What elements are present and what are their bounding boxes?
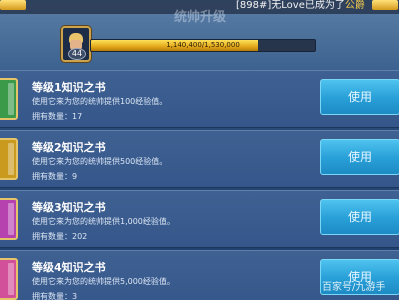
commander-avatar: 44 (61, 26, 91, 62)
item-name: 等级2知识之书 (32, 141, 106, 154)
notice-rank: 公爵 (344, 0, 365, 11)
item-count-label: 拥有数量： (32, 112, 72, 121)
item-name: 等级4知识之书 (32, 261, 106, 274)
list-item: 等级1知识之书 使用它来为您的统帅提供100经验值。 拥有数量：17 使用 (0, 70, 399, 128)
item-count: 拥有数量：3 (32, 291, 77, 300)
item-count-label: 拥有数量： (32, 292, 72, 300)
item-description: 使用它来为您的统帅提供1,000经验值。 (32, 217, 175, 226)
book-spine (8, 263, 14, 295)
item-description: 使用它来为您的统帅提供500经验值。 (32, 157, 168, 166)
item-name: 等级3知识之书 (32, 201, 106, 214)
xp-progress-bar: 1,140,400/1,530,000 (90, 39, 316, 52)
use-button[interactable]: 使用 (320, 79, 399, 115)
item-name: 等级1知识之书 (32, 81, 106, 94)
item-count-label: 拥有数量： (32, 172, 72, 181)
header-panel: [898#]无Love已成为了公爵 统帅升级 44 1,140,400/1,53… (0, 0, 399, 70)
item-count: 拥有数量：17 (32, 111, 82, 122)
xp-progress-text: 1,140,400/1,530,000 (166, 41, 240, 49)
use-button[interactable]: 使用 (320, 199, 399, 235)
commander-level-badge: 44 (68, 48, 86, 60)
gold-ornament-left (0, 0, 26, 10)
item-count-value: 9 (72, 172, 78, 181)
watermark-text: 百家号/九游手 (322, 282, 386, 293)
notice-middle: 已成为了 (304, 0, 345, 11)
page-title: 统帅升级 (173, 10, 226, 25)
item-count: 拥有数量：9 (32, 171, 77, 182)
item-description: 使用它来为您的统帅提供100经验值。 (32, 97, 168, 106)
item-count-value: 202 (72, 232, 88, 241)
item-count: 拥有数量：202 (32, 231, 87, 242)
use-button[interactable]: 使用 (320, 139, 399, 175)
gold-ornament-right (372, 0, 398, 10)
book-icon (0, 138, 18, 180)
list-item: 等级2知识之书 使用它来为您的统帅提供500经验值。 拥有数量：9 使用 (0, 130, 399, 188)
book-icon (0, 78, 18, 120)
book-icon (0, 198, 18, 240)
item-count-label: 拥有数量： (32, 232, 72, 241)
book-icon (0, 258, 18, 300)
book-spine (8, 83, 14, 115)
item-description: 使用它来为您的统帅提供5,000经验值。 (32, 277, 175, 286)
item-count-value: 3 (72, 292, 78, 300)
notice-player: 无Love (271, 0, 305, 11)
item-list: 等级1知识之书 使用它来为您的统帅提供100经验值。 拥有数量：17 使用 等级… (0, 70, 399, 300)
item-count-value: 17 (72, 112, 83, 121)
list-item: 等级3知识之书 使用它来为您的统帅提供1,000经验值。 拥有数量：202 使用 (0, 190, 399, 248)
book-spine (8, 203, 14, 235)
book-spine (8, 143, 14, 175)
